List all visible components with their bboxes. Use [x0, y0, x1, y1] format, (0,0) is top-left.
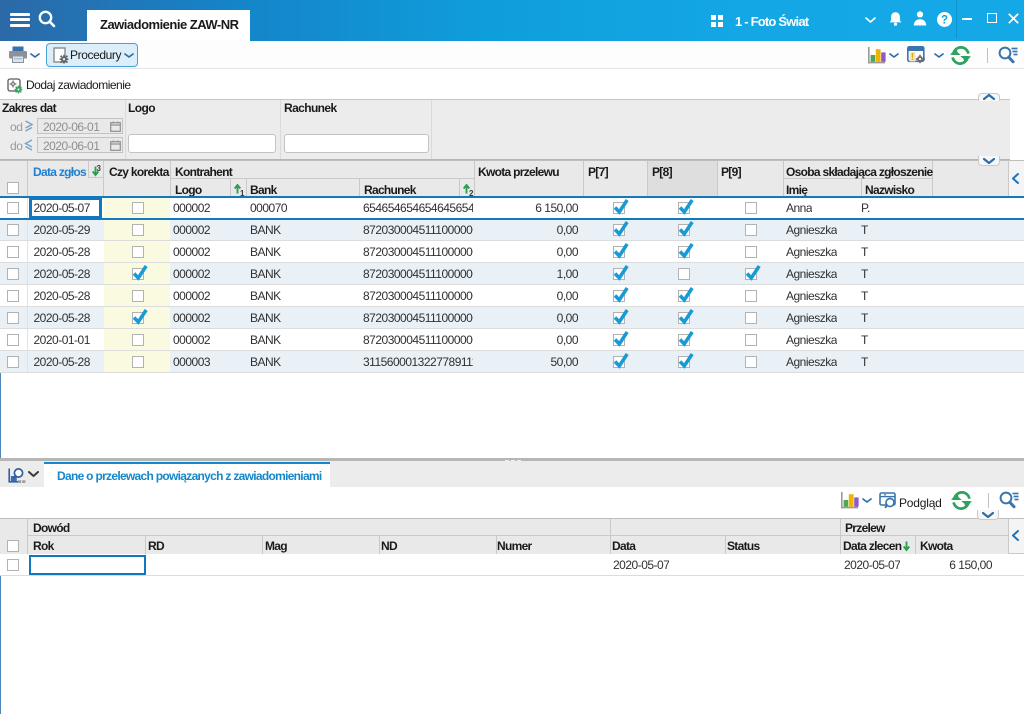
- svg-text:!: !: [911, 51, 915, 63]
- svg-text:?: ?: [941, 15, 948, 27]
